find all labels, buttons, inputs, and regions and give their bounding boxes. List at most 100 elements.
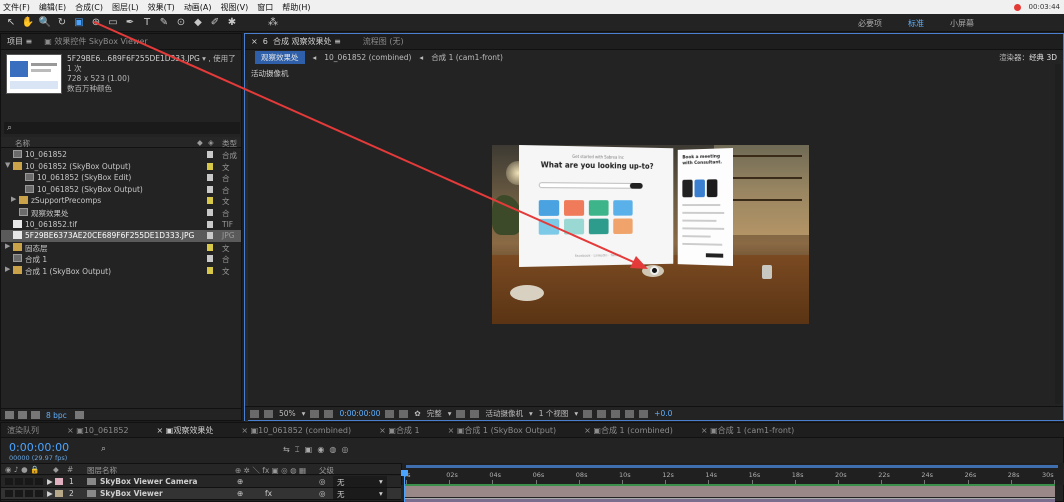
dropdown-arrow-icon[interactable]: ▾ [302,409,306,418]
layer-shy-switch-icon[interactable]: ⊕ [237,477,243,486]
show-snapshot-icon[interactable] [399,409,409,418]
new-composition-icon[interactable] [31,411,40,419]
dropdown-arrow-icon[interactable]: ▾ [379,477,383,486]
workspace-1[interactable]: 标准 [908,18,924,29]
dropdown-arrow-icon[interactable]: ▾ [529,409,533,418]
tag-column-icon[interactable]: ◈ [208,138,214,147]
lock-icon[interactable]: 6 [263,37,268,46]
label-color-swatch[interactable] [207,185,213,193]
camera-tool-icon[interactable]: ▣ [72,16,86,30]
layer-bar-camera[interactable] [405,486,1055,497]
layer-name[interactable]: SkyBox Viewer Camera [100,477,197,486]
work-area-bar[interactable] [406,465,1058,468]
menu-item-6[interactable]: 视图(V) [221,2,249,13]
always-preview-icon[interactable] [250,409,259,418]
close-icon[interactable]: × [251,37,258,46]
menu-item-5[interactable]: 动画(A) [184,2,212,13]
tab-flowchart[interactable]: 流程图 (无) [357,34,410,49]
timeline-tab-3[interactable]: × ▣ 10_061852 (combined) [235,423,357,437]
disclosure-triangle-icon[interactable]: ▶ [11,195,16,203]
column-name[interactable]: 名称 [15,138,30,149]
menu-item-0[interactable]: 文件(F) [3,2,30,13]
new-folder-icon[interactable] [18,411,27,419]
interpret-footage-icon[interactable] [5,411,14,419]
pen-tool-icon[interactable]: ✒ [123,16,137,30]
menu-item-1[interactable]: 编辑(E) [39,2,66,13]
timeline-timecode[interactable]: 0:00:00:00 [9,441,69,454]
monitor-icon[interactable] [264,409,273,418]
project-item[interactable]: 观察效果处 合 [1,207,241,219]
hand-tool-icon[interactable]: ✋ [21,16,35,30]
pan-behind-tool-icon[interactable]: ⊕ [89,16,103,30]
brush-tool-icon[interactable]: ✎ [157,16,171,30]
fit-icon[interactable] [310,409,320,418]
disclosure-triangle-icon[interactable]: ▶ [5,242,10,250]
time-ruler[interactable]: 0s02s04s06s08s10s12s14s16s18s20s22s24s26… [401,463,1064,485]
timeline-icon[interactable] [611,409,621,418]
label-color-swatch[interactable] [207,174,213,182]
visibility-switch[interactable] [5,478,13,485]
timeline-tab-0[interactable]: 渲染队列 [1,423,45,437]
visibility-switch[interactable] [25,478,33,485]
transparency-grid-icon[interactable] [470,409,480,418]
project-item[interactable]: ▼ 10_061852 (SkyBox Output) 文 [1,161,241,173]
menu-item-2[interactable]: 合成(C) [75,2,103,13]
timeline-tab-2[interactable]: × ▣ 观察效果处 [151,423,220,437]
project-item[interactable]: 10_061852 (SkyBox Edit) 合 [1,172,241,184]
exposure-value[interactable]: +0.0 [654,409,672,418]
rectangle-tool-icon[interactable]: ▭ [106,16,120,30]
playhead-line[interactable] [404,471,405,502]
parent-pickwhip-icon[interactable]: ◎ [319,489,326,498]
dropdown-arrow-icon[interactable]: ▾ [379,489,383,498]
timeline-layer-row[interactable]: ▶ 1 SkyBox Viewer Camera ⊕ ◎ 无 ▾ [1,476,401,488]
viewer-scrollbar[interactable] [1055,64,1061,404]
reset-exposure-icon[interactable] [639,409,649,418]
label-color-swatch[interactable] [207,232,213,240]
label-color-swatch[interactable] [207,162,213,170]
close-icon[interactable]: × ▣ [157,426,174,435]
renderer-info[interactable]: 渲染器：经典 3D [999,52,1057,63]
dropdown-arrow-icon[interactable]: ▾ [574,409,578,418]
workspace-2[interactable]: 小屏幕 [950,18,974,29]
project-item[interactable]: 5F29BE6373AE20CE689F6F255DE1D333.JPG JPG [1,230,241,242]
visibility-switch[interactable] [35,478,43,485]
layer-shy-switch-icon[interactable]: ⊕ [237,489,243,498]
timeline-tab-4[interactable]: × ▣ 合成 1 [373,423,425,437]
close-icon[interactable]: × ▣ [241,426,258,435]
project-item[interactable]: ▶ zSupportPrecomps 文 [1,195,241,207]
project-search-input[interactable]: ⌕ [4,122,240,134]
menu-item-4[interactable]: 效果(T) [148,2,175,13]
label-color-swatch[interactable] [207,266,213,274]
rotate-tool-icon[interactable]: ↻ [55,16,69,30]
layer-name-header[interactable]: 图层名称 [87,465,117,476]
timeline-tab-5[interactable]: × ▣ 合成 1 (SkyBox Output) [442,423,563,437]
menu-item-7[interactable]: 窗口 [257,2,273,13]
disclosure-triangle-icon[interactable]: ▶ [5,265,10,273]
roto-brush-tool-icon[interactable]: ✐ [208,16,222,30]
breadcrumb-cam[interactable]: 合成 1 (cam1-front) [431,52,503,63]
timeline-layer-row[interactable]: ▶ 2 SkyBox Viewer ⊕ fx ◎ 无 ▾ [1,488,401,500]
puppet-tool-icon[interactable]: ✱ [225,16,239,30]
visibility-switch[interactable] [35,490,43,497]
label-color-swatch[interactable] [207,220,213,228]
layer-label-color[interactable] [55,490,63,497]
menu-item-8[interactable]: 帮助(H) [282,2,310,13]
timeline-tab-6[interactable]: × ▣ 合成 1 (combined) [578,423,679,437]
trash-icon[interactable] [74,411,84,419]
toggle-pixel-aspect-icon[interactable] [583,409,593,418]
project-item[interactable]: 10_061852 合成 [1,149,241,161]
parent-header[interactable]: 父级 [319,465,334,476]
project-item[interactable]: 合成 1 合 [1,253,241,265]
label-color-swatch[interactable] [207,197,213,205]
region-of-interest-icon[interactable] [456,409,466,418]
close-icon[interactable]: × ▣ [701,426,718,435]
view-layout-select[interactable]: 1 个视图 [539,408,569,419]
clone-stamp-tool-icon[interactable]: ⊙ [174,16,188,30]
safe-zones-icon[interactable] [324,409,334,418]
parent-pickwhip-icon[interactable]: ◎ [319,477,326,486]
visibility-switch[interactable] [5,490,13,497]
project-item[interactable]: ▶ 合成 1 (SkyBox Output) 文 [1,265,241,277]
layer-fx-switch[interactable]: fx [265,489,272,498]
visibility-switch[interactable] [15,478,23,485]
breadcrumb-active[interactable]: 观察效果处 [255,50,305,64]
